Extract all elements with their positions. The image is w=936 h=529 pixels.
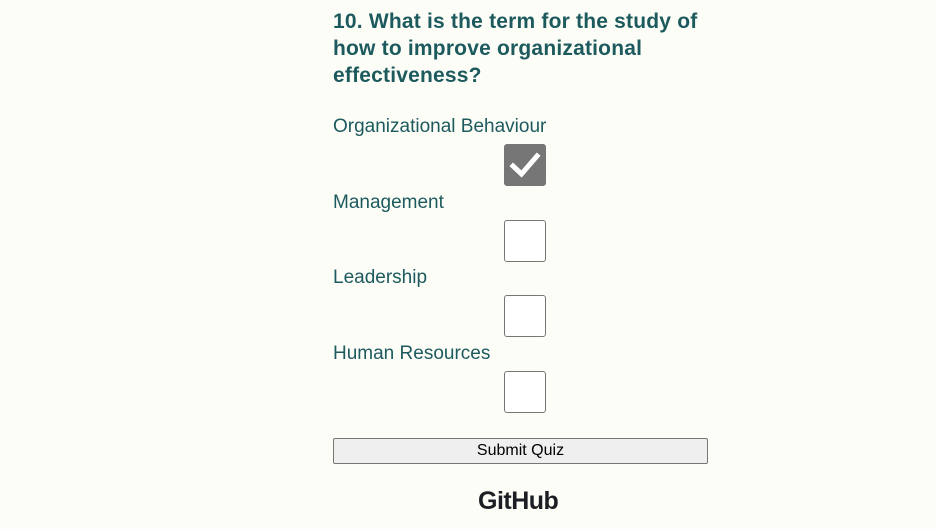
submit-quiz-button[interactable]: Submit Quiz (333, 438, 708, 464)
option-checkbox[interactable] (504, 219, 546, 262)
option-label: Leadership (333, 267, 428, 288)
option-label: Human Resources (333, 342, 491, 364)
option-checkbox[interactable] (504, 370, 546, 413)
option-label: Management (333, 191, 444, 213)
option-checkbox[interactable] (504, 144, 546, 186)
checkmark-icon (509, 152, 541, 178)
answer-options: Organizational Behaviour Management Lead… (333, 114, 713, 416)
option-management: Management (333, 190, 713, 266)
option-organizational-behaviour: Organizational Behaviour (333, 114, 713, 190)
option-checkbox[interactable] (504, 295, 546, 337)
option-human-resources: Human Resources (333, 341, 713, 417)
option-leadership: Leadership (333, 265, 713, 341)
question-title: 10. What is the term for the study of ho… (333, 10, 698, 87)
quiz-container: 10. What is the term for the study of ho… (333, 8, 713, 416)
option-label: Organizational Behaviour (333, 116, 547, 137)
github-link[interactable]: GitHub (478, 487, 559, 516)
